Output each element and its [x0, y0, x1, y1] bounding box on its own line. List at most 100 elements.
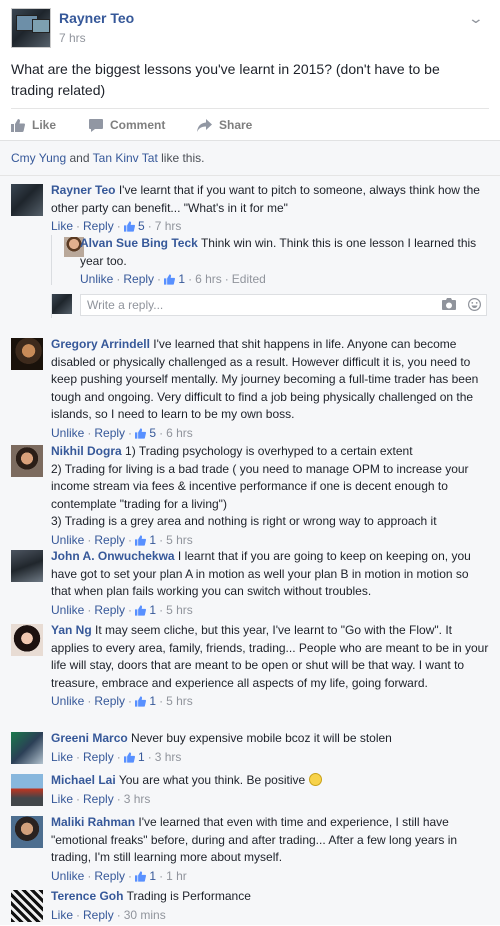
comment-meta: Like · Reply · 30 mins — [51, 907, 489, 925]
commenter-avatar[interactable] — [11, 890, 43, 922]
commenter-avatar[interactable] — [11, 816, 43, 848]
like-link[interactable]: Like — [51, 218, 73, 236]
share-label: Share — [219, 118, 253, 132]
commenter-name[interactable]: Nikhil Dogra — [51, 444, 122, 458]
commenter-name[interactable]: Maliki Rahman — [51, 815, 135, 829]
comment-text: You are what you think. Be positive — [118, 773, 306, 787]
comment-meta: Unlike · Reply · 1 · 5 hrs — [51, 532, 489, 550]
comment-meta: Unlike · Reply · 1 · 5 hrs — [51, 602, 489, 620]
like-count: 1 — [138, 749, 145, 764]
like-button[interactable]: Like — [11, 118, 56, 132]
reply-link[interactable]: Reply — [83, 907, 114, 925]
comment-body: Maliki Rahman I've learned that even wit… — [51, 814, 489, 885]
reaction-count[interactable]: 5 — [135, 425, 156, 443]
share-icon — [197, 118, 212, 132]
comment-text: Trading is Performance — [126, 889, 251, 903]
comment-text: Never buy expensive mobile bcoz it will … — [131, 731, 392, 745]
replier-name[interactable]: Alvan Sue Bing Teck — [80, 236, 198, 250]
comment-time[interactable]: 5 hrs — [166, 602, 193, 620]
camera-icon[interactable] — [442, 298, 456, 310]
commenter-name[interactable]: John A. Onwuchekwa — [51, 549, 175, 563]
share-button[interactable]: Share — [197, 118, 252, 132]
reply-link[interactable]: Reply — [83, 218, 114, 236]
reaction-count[interactable]: 1 — [123, 749, 145, 767]
reaction-count[interactable]: 1 — [164, 271, 185, 289]
unlike-link[interactable]: Unlike — [51, 602, 84, 620]
reply-link[interactable]: Reply — [94, 868, 125, 886]
comment-button[interactable]: Comment — [89, 118, 165, 132]
reply-link[interactable]: Reply — [94, 693, 125, 711]
unlike-link[interactable]: Unlike — [51, 425, 84, 443]
reaction-count[interactable]: 1 — [135, 693, 156, 711]
post-timestamp[interactable]: 7 hrs — [59, 31, 86, 45]
emoji-icon[interactable] — [468, 298, 481, 311]
commenter-avatar[interactable] — [11, 550, 43, 582]
comment-body: Nikhil Dogra 1) Trading psychology is ov… — [51, 443, 489, 549]
smiley-icon — [308, 773, 322, 786]
edited-label[interactable]: Edited — [232, 271, 266, 289]
commenter-name[interactable]: Rayner Teo — [51, 183, 115, 197]
comment-time[interactable]: 30 mins — [124, 907, 166, 925]
thumbs-up-icon — [135, 696, 147, 707]
comment-time[interactable]: 7 hrs — [155, 218, 182, 236]
comment-time[interactable]: 3 hrs — [155, 749, 182, 767]
commenter-avatar[interactable] — [11, 445, 43, 477]
comment-time[interactable]: 3 hrs — [124, 791, 151, 809]
like-count: 1 — [149, 532, 157, 547]
commenter-avatar[interactable] — [11, 774, 43, 806]
comment-body: Rayner Teo I've learnt that if you want … — [51, 182, 489, 236]
thumbs-up-icon — [135, 535, 147, 546]
reply-time[interactable]: 6 hrs — [195, 271, 222, 289]
comments-section: Rayner Teo I've learnt that if you want … — [0, 176, 500, 925]
comment-meta: Unlike · Reply · 1 · 5 hrs — [51, 693, 489, 711]
unlike-link[interactable]: Unlike — [51, 868, 84, 886]
reaction-count[interactable]: 1 — [135, 602, 156, 620]
post-action-bar: Like Comment Share — [11, 108, 489, 141]
reply-input[interactable] — [80, 294, 487, 316]
thumbs-up-icon — [135, 605, 147, 616]
commenter-name[interactable]: Terence Goh — [51, 889, 123, 903]
like-link[interactable]: Like — [51, 791, 73, 809]
like-count: 5 — [138, 219, 145, 233]
comment-time[interactable]: 5 hrs — [166, 532, 193, 550]
comment-meta: Unlike · Reply · 1 · 1 hr — [51, 868, 489, 886]
unlike-link[interactable]: Unlike — [51, 693, 84, 711]
commenter-avatar[interactable] — [11, 184, 43, 216]
post-text: What are the biggest lessons you've lear… — [11, 61, 440, 98]
reaction-count[interactable]: 5 — [123, 218, 145, 236]
chevron-down-icon[interactable]: ⌄ — [468, 10, 484, 27]
thumbs-up-icon — [123, 221, 135, 232]
commenter-name[interactable]: Michael Lai — [51, 773, 116, 787]
comment: Maliki Rahman I've learned that even wit… — [11, 814, 489, 886]
reply-link[interactable]: Reply — [123, 271, 154, 289]
like-count: 5 — [149, 425, 157, 440]
author-avatar[interactable] — [11, 8, 51, 48]
reply-link[interactable]: Reply — [94, 532, 125, 550]
comment: Terence Goh Trading is Performance Like ·… — [11, 888, 489, 926]
commenter-avatar[interactable] — [11, 732, 43, 764]
commenter-avatar[interactable] — [11, 338, 43, 370]
commenter-avatar[interactable] — [11, 624, 43, 656]
comment-time[interactable]: 6 hrs — [166, 425, 193, 443]
reaction-count[interactable]: 1 — [135, 868, 156, 886]
comment-text-line: 1) Trading psychology is overhyped to a … — [125, 444, 413, 458]
reply-link[interactable]: Reply — [83, 791, 114, 809]
reaction-count[interactable]: 1 — [135, 532, 156, 550]
reply-meta: Unlike · Reply · 1 · 6 hrs · Edited — [80, 271, 489, 289]
commenter-name[interactable]: Yan Ng — [51, 623, 92, 637]
unlike-link[interactable]: Unlike — [80, 271, 113, 289]
reply-link[interactable]: Reply — [83, 749, 114, 767]
commenter-name[interactable]: Gregory Arrindell — [51, 337, 150, 351]
like-link[interactable]: Like — [51, 749, 73, 767]
liker-name[interactable]: Cmy Yung — [11, 151, 66, 165]
like-link[interactable]: Like — [51, 907, 73, 925]
liker-name[interactable]: Tan Kinv Tat — [93, 151, 158, 165]
reply-link[interactable]: Reply — [94, 425, 125, 443]
reply-link[interactable]: Reply — [94, 602, 125, 620]
post-author[interactable]: Rayner Teo — [59, 10, 134, 26]
comment-body: Yan Ng It may seem cliche, but this year… — [51, 622, 489, 711]
unlike-link[interactable]: Unlike — [51, 532, 84, 550]
comment-time[interactable]: 5 hrs — [166, 693, 193, 711]
commenter-name[interactable]: Greeni Marco — [51, 731, 128, 745]
comment-time[interactable]: 1 hr — [166, 868, 187, 886]
